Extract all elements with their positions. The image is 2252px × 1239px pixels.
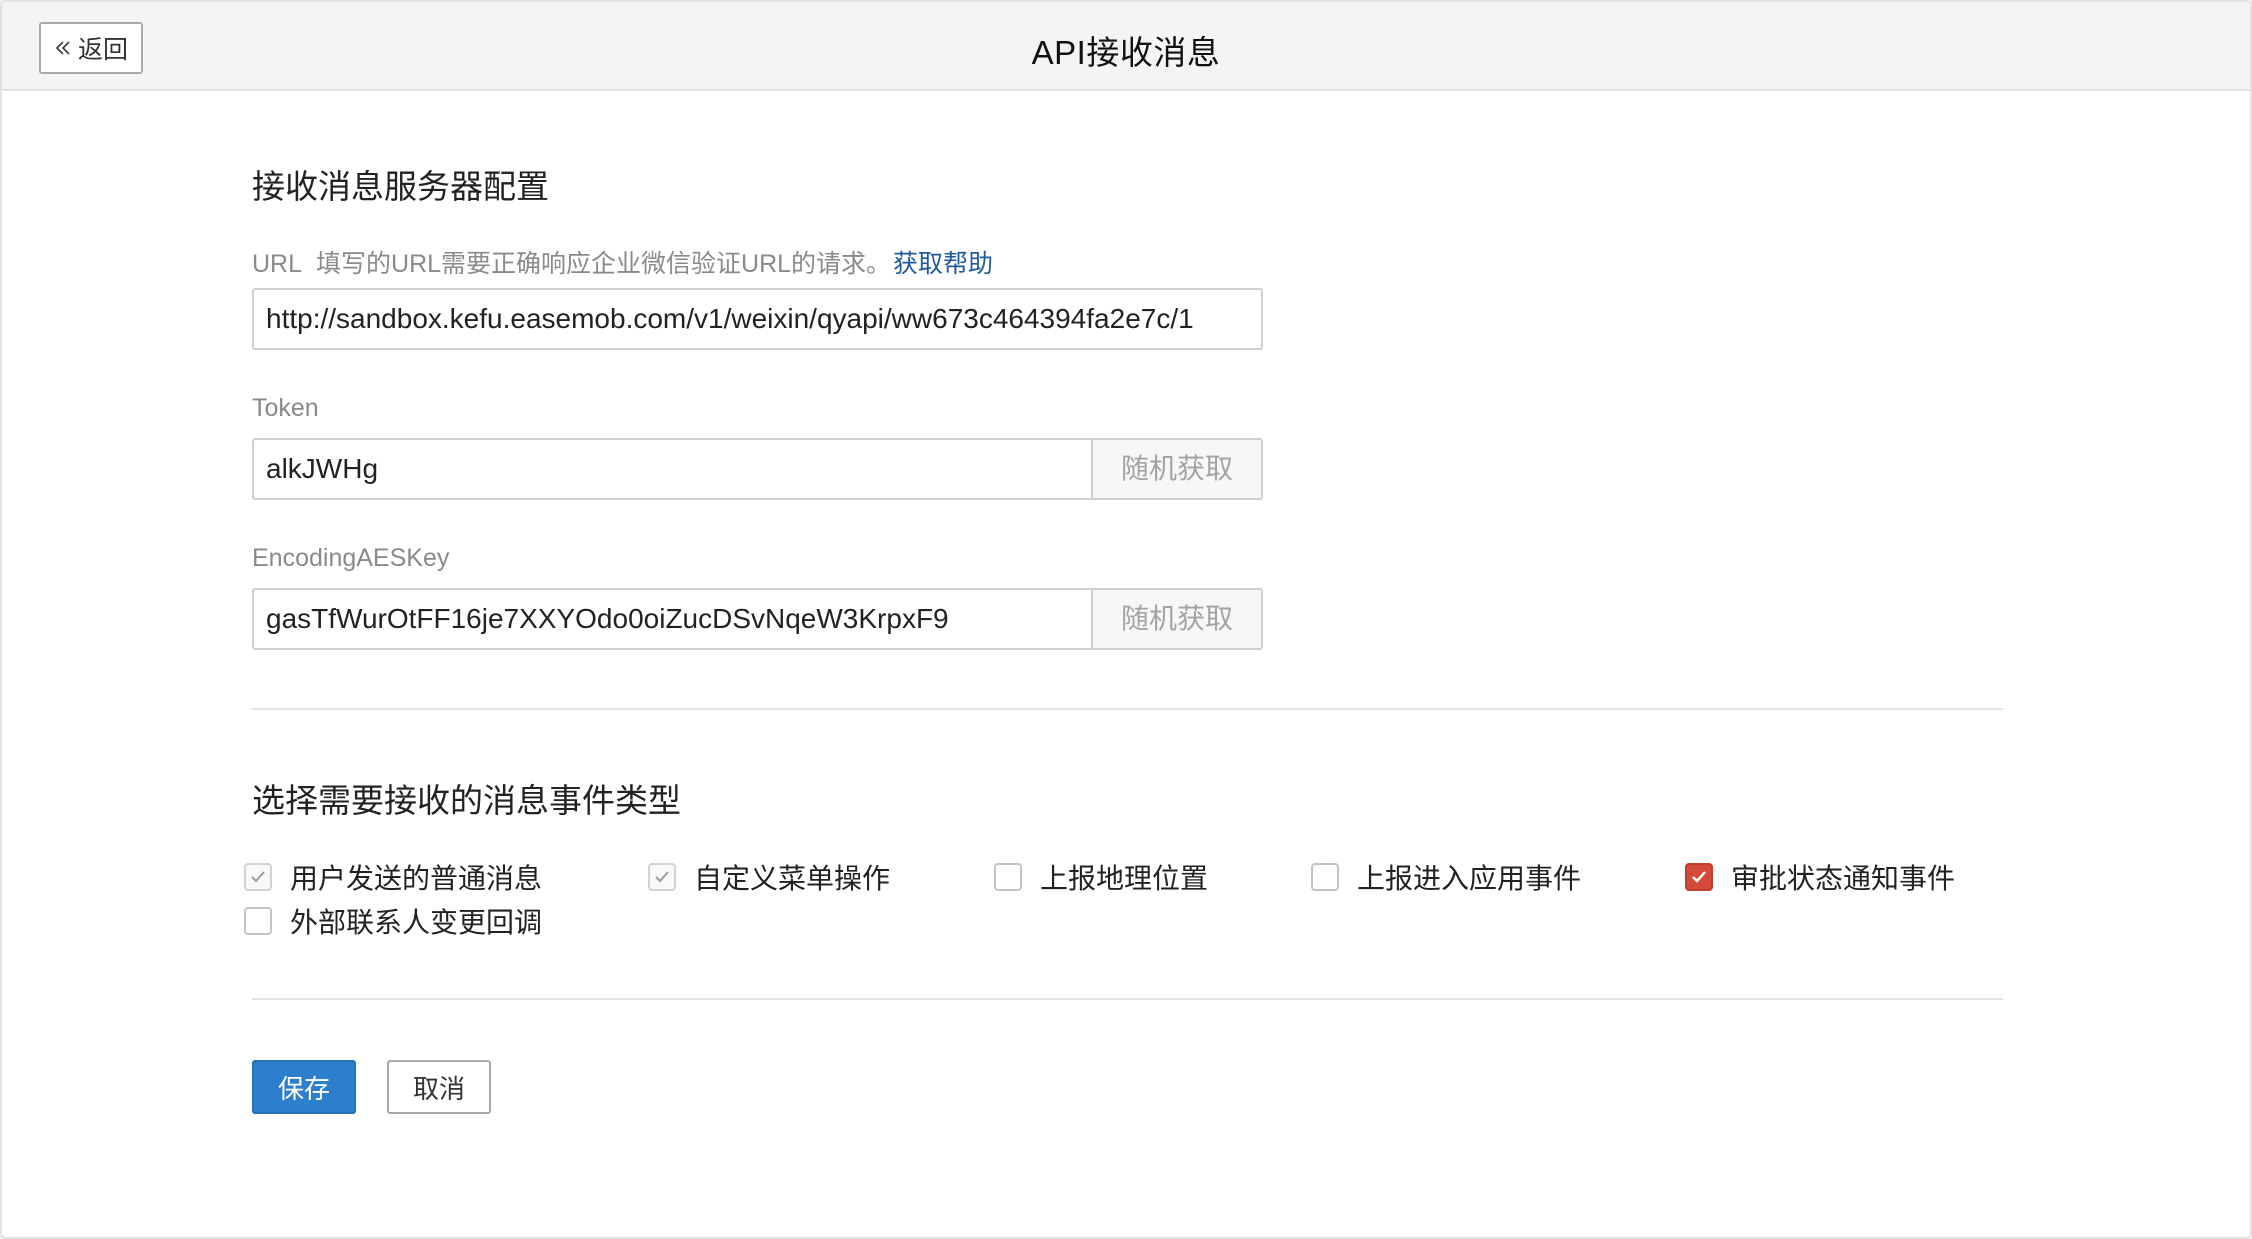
cancel-button[interactable]: 取消	[387, 1060, 491, 1114]
checkbox-label: 用户发送的普通消息	[290, 863, 543, 894]
checkbox-unchecked	[1311, 863, 1339, 891]
aes-key-input-group: gasTfWurOtFF16je7XXYOdo0oiZucDSvNqeW3Krp…	[252, 588, 1263, 650]
url-label-row: URL 填写的URL需要正确响应企业微信验证URL的请求。获取帮助	[252, 244, 993, 280]
token-label: Token	[252, 394, 319, 422]
save-button[interactable]: 保存	[252, 1060, 356, 1114]
page-title: API接收消息	[1031, 34, 1221, 71]
url-label: URL	[252, 250, 303, 278]
section-divider	[252, 708, 2003, 710]
checkbox-label: 上报进入应用事件	[1357, 863, 1582, 894]
checkbox-label: 自定义菜单操作	[694, 863, 891, 894]
checkbox-label: 上报地理位置	[1040, 863, 1209, 894]
event-checkbox-menu-action[interactable]: 自定义菜单操作	[648, 857, 890, 897]
top-bar: 返回 API接收消息	[2, 2, 2250, 91]
url-hint: 填写的URL需要正确响应企业微信验证URL的请求。	[316, 250, 892, 278]
aes-key-random-button[interactable]: 随机获取	[1091, 590, 1261, 648]
token-input-group: alkJWHg 随机获取	[252, 438, 1263, 500]
url-help-link[interactable]: 获取帮助	[893, 250, 993, 278]
event-checkbox-external-contact[interactable]: 外部联系人变更回调	[244, 901, 542, 941]
event-checkbox-enter-app[interactable]: 上报进入应用事件	[1311, 857, 1581, 897]
actions-divider	[252, 998, 2003, 1000]
url-input[interactable]: http://sandbox.kefu.easemob.com/v1/weixi…	[252, 288, 1263, 350]
token-input[interactable]: alkJWHg	[254, 440, 1091, 498]
checkbox-disabled-checked	[244, 863, 272, 891]
checkbox-disabled-checked	[648, 863, 676, 891]
checkbox-label: 外部联系人变更回调	[290, 907, 543, 938]
event-checkbox-location[interactable]: 上报地理位置	[994, 857, 1208, 897]
checkbox-unchecked	[244, 907, 272, 935]
event-checkbox-approval[interactable]: 审批状态通知事件	[1685, 857, 1955, 897]
server-config-title: 接收消息服务器配置	[252, 168, 549, 205]
event-checkbox-user-message[interactable]: 用户发送的普通消息	[244, 857, 542, 897]
token-random-button[interactable]: 随机获取	[1091, 440, 1261, 498]
events-title: 选择需要接收的消息事件类型	[252, 782, 681, 819]
app-window: 返回 API接收消息 接收消息服务器配置 URL 填写的URL需要正确响应企业微信…	[0, 0, 2252, 1239]
checkbox-label: 审批状态通知事件	[1731, 863, 1956, 894]
checkbox-unchecked	[994, 863, 1022, 891]
aes-key-label: EncodingAESKey	[252, 544, 450, 572]
checkbox-checked	[1685, 863, 1713, 891]
aes-key-input[interactable]: gasTfWurOtFF16je7XXYOdo0oiZucDSvNqeW3Krp…	[254, 590, 1091, 648]
